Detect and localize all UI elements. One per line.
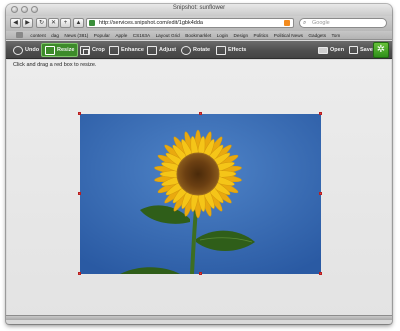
adjust-button[interactable]: Adjust xyxy=(144,43,179,57)
address-text: http://services.snipshot.com/edit/1gbk4d… xyxy=(99,20,203,26)
site-favicon-icon xyxy=(89,20,95,26)
bookmark-item[interactable]: News (381) xyxy=(64,33,88,38)
status-bar xyxy=(6,315,392,320)
bookmark-item[interactable]: Tom xyxy=(331,33,340,38)
adjust-icon xyxy=(147,45,157,55)
resize-icon xyxy=(45,45,55,55)
save-button[interactable]: Save xyxy=(346,43,376,57)
search-field[interactable]: ⌕ Google xyxy=(299,18,387,28)
resize-handle-right[interactable] xyxy=(319,192,322,195)
rotate-icon xyxy=(181,45,191,55)
forward-button[interactable]: ▶ xyxy=(22,18,33,28)
rotate-label: Rotate xyxy=(193,47,211,53)
bookmark-item[interactable]: Login xyxy=(217,33,228,38)
bookmark-item[interactable]: Bookmarklet xyxy=(185,33,211,38)
bookmark-item[interactable]: Politics xyxy=(254,33,269,38)
address-bar[interactable]: http://services.snipshot.com/edit/1gbk4d… xyxy=(86,18,294,28)
wand-icon: ✲ xyxy=(376,44,386,55)
resize-button[interactable]: Resize xyxy=(41,43,79,57)
window-title: Snipshot: sunflower xyxy=(172,5,226,11)
reload-button[interactable]: ↻ xyxy=(36,18,47,28)
save-label: Save xyxy=(360,47,373,53)
enhance-label: Enhance xyxy=(121,47,144,53)
bookmark-item[interactable]: content xyxy=(30,33,45,38)
resize-handle-left[interactable] xyxy=(78,192,81,195)
editor-canvas: Click and drag a red box to resize. xyxy=(7,60,391,320)
tools-wand-button[interactable]: ✲ xyxy=(373,42,389,58)
effects-label: Effects xyxy=(228,47,247,53)
undo-button[interactable]: Undo xyxy=(10,43,42,57)
lock-icon: ▲ xyxy=(73,18,84,28)
editor-toolbar: Undo Resize Crop Enhance Adjust Rotate E… xyxy=(6,41,392,59)
folder-icon xyxy=(318,46,328,54)
resize-handle-bottom-left[interactable] xyxy=(78,272,81,275)
bookmark-item[interactable]: Popular xyxy=(94,33,110,38)
bookmark-item[interactable]: dag xyxy=(51,33,59,38)
bookmarks-icon[interactable] xyxy=(16,32,23,38)
add-bookmark-button[interactable]: + xyxy=(60,18,71,28)
enhance-button[interactable]: Enhance xyxy=(106,43,147,57)
resize-handle-top-right[interactable] xyxy=(319,112,322,115)
bookmark-item[interactable]: Layout Grid xyxy=(156,33,180,38)
crop-icon xyxy=(80,45,90,55)
title-bar: Snipshot: sunflower xyxy=(6,4,392,16)
resize-handle-top[interactable] xyxy=(199,112,202,115)
bookmark-item[interactable]: Political News xyxy=(274,33,303,38)
save-icon xyxy=(349,46,358,54)
crop-label: Crop xyxy=(92,47,105,53)
enhance-icon xyxy=(109,45,119,55)
bookmark-item[interactable]: Gadgets xyxy=(308,33,326,38)
browser-toolbar: ◀ ▶ ↻ ✕ + ▲ http://services.snipshot.com… xyxy=(6,16,392,31)
bookmarks-bar: content dag News (381) Popular Apple CS1… xyxy=(6,31,392,40)
effects-icon xyxy=(216,45,226,55)
open-label: Open xyxy=(330,47,345,53)
resize-label: Resize xyxy=(57,47,75,53)
sunflower-image xyxy=(80,114,321,274)
resize-handle-bottom-right[interactable] xyxy=(319,272,322,275)
stop-button[interactable]: ✕ xyxy=(48,18,59,28)
search-icon: ⌕ xyxy=(303,20,307,26)
instruction-text: Click and drag a red box to resize. xyxy=(13,62,97,68)
open-button[interactable]: Open xyxy=(315,43,347,57)
undo-icon xyxy=(13,45,23,55)
sunflower-photo[interactable] xyxy=(80,114,321,274)
rotate-button[interactable]: Rotate xyxy=(178,43,213,57)
bookmark-item[interactable]: Apple xyxy=(115,33,127,38)
rss-icon[interactable] xyxy=(284,20,290,26)
adjust-label: Adjust xyxy=(159,47,177,53)
search-placeholder: Google xyxy=(312,20,330,26)
bookmark-item[interactable]: Design xyxy=(234,33,249,38)
back-button[interactable]: ◀ xyxy=(10,18,21,28)
resize-handle-bottom[interactable] xyxy=(199,272,202,275)
effects-button[interactable]: Effects xyxy=(213,43,249,57)
browser-window: Snipshot: sunflower ◀ ▶ ↻ ✕ + ▲ http://s… xyxy=(6,4,392,324)
bookmark-item[interactable]: CS163A xyxy=(133,33,150,38)
crop-button[interactable]: Crop xyxy=(77,43,108,57)
resize-handle-top-left[interactable] xyxy=(78,112,81,115)
undo-label: Undo xyxy=(25,47,40,53)
